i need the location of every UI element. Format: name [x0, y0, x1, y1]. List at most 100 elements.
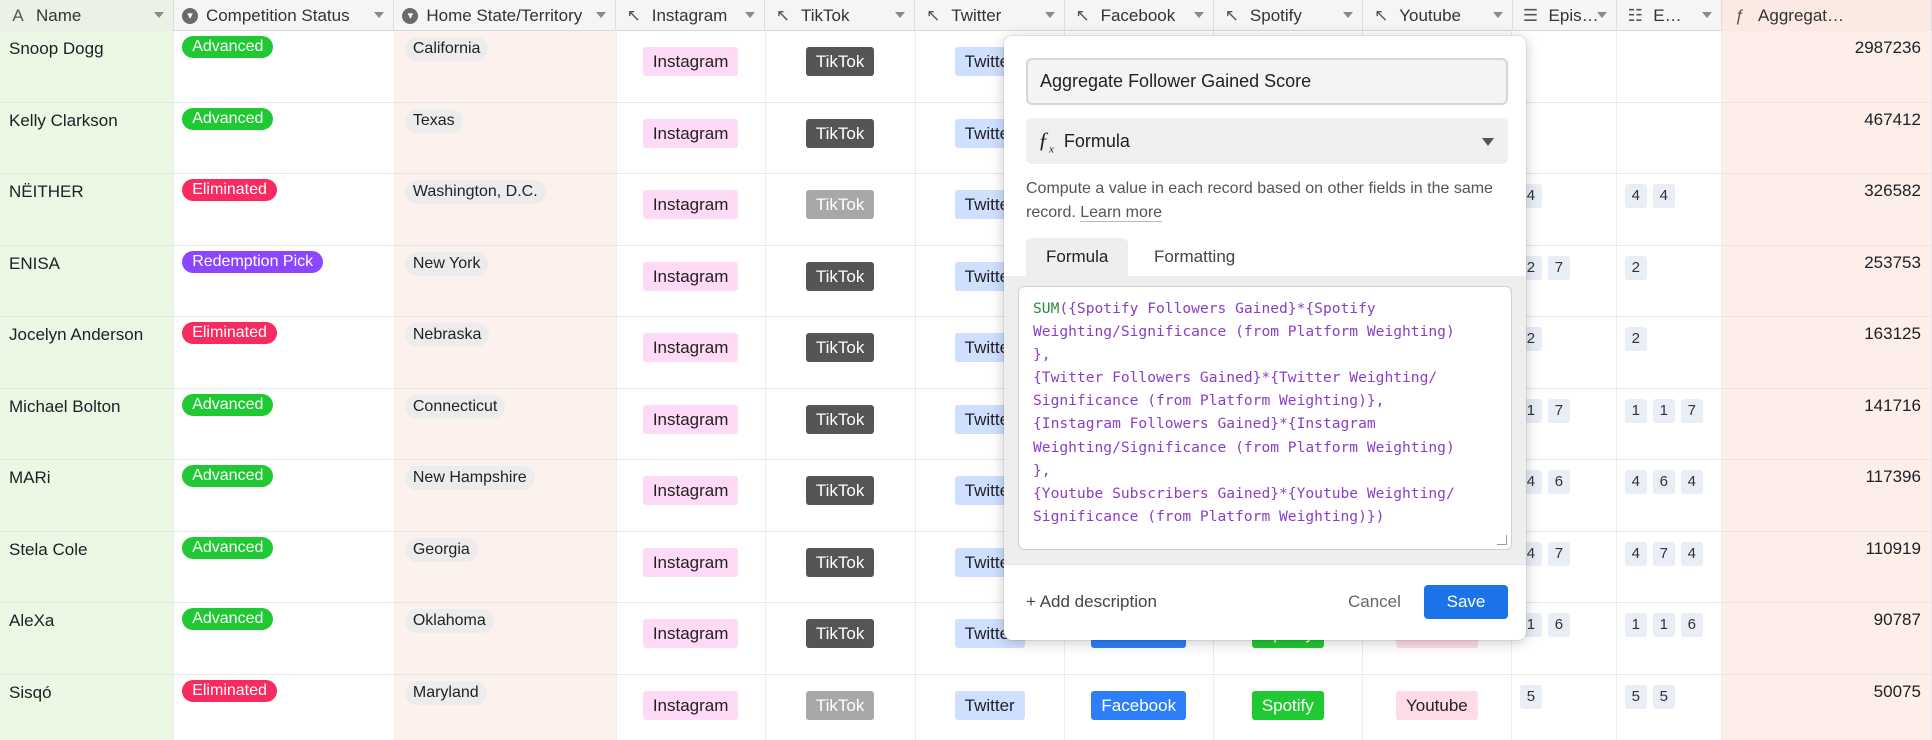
column-header[interactable]: ↖ TikTok [765, 0, 916, 31]
status-cell[interactable]: Advanced [174, 388, 395, 459]
chevron-down-icon[interactable] [1044, 12, 1055, 18]
aggregate-cell[interactable]: 50075 [1721, 674, 1932, 740]
aggregate-cell[interactable]: 163125 [1721, 317, 1932, 388]
status-cell[interactable]: Eliminated [174, 674, 395, 740]
name-cell[interactable]: Sisqó [0, 674, 175, 740]
episodes-cell[interactable]: 5 [1512, 674, 1617, 740]
episodes-cell[interactable]: 2 [1512, 317, 1617, 388]
chevron-down-icon[interactable] [1343, 12, 1354, 18]
episodes-cell[interactable]: 46 [1512, 460, 1617, 531]
chevron-down-icon[interactable] [895, 12, 906, 18]
episodes-cell[interactable]: 47 [1512, 531, 1617, 602]
aggregate-cell[interactable]: 90787 [1721, 603, 1932, 674]
state-cell[interactable]: New Hampshire [394, 460, 617, 531]
aggregate-cell[interactable]: 141716 [1721, 388, 1932, 459]
facebook-button[interactable]: Facebook [1091, 690, 1187, 720]
episodes-cell[interactable]: 16 [1512, 603, 1617, 674]
episodes-cell[interactable] [1512, 102, 1617, 173]
status-cell[interactable]: Advanced [174, 531, 395, 602]
name-cell[interactable]: MARi [0, 460, 175, 531]
status-cell[interactable]: Advanced [174, 603, 395, 674]
name-cell[interactable]: Snoop Dogg [0, 31, 175, 102]
instagram-button[interactable]: Instagram [642, 547, 739, 577]
state-cell[interactable]: Oklahoma [394, 603, 617, 674]
episode-rollup-cell[interactable]: 44 [1617, 174, 1722, 245]
status-cell[interactable]: Advanced [174, 31, 395, 102]
state-cell[interactable]: California [394, 31, 617, 102]
aggregate-cell[interactable]: 467412 [1721, 102, 1932, 173]
aggregate-cell[interactable]: 2987236 [1721, 31, 1932, 102]
cancel-button[interactable]: Cancel [1348, 592, 1401, 612]
aggregate-cell[interactable]: 326582 [1721, 174, 1932, 245]
tab-formatting[interactable]: Formatting [1134, 238, 1255, 276]
tiktok-button[interactable]: TikTok [805, 118, 875, 148]
instagram-button[interactable]: Instagram [642, 690, 739, 720]
tiktok-button[interactable]: TikTok [805, 190, 875, 219]
status-cell[interactable]: Redemption Pick [174, 245, 395, 316]
name-cell[interactable]: NËITHER [0, 174, 175, 245]
name-cell[interactable]: Jocelyn Anderson [0, 317, 175, 388]
episode-rollup-cell[interactable]: 55 [1617, 674, 1722, 740]
column-header[interactable]: ☷ E… [1617, 0, 1723, 31]
chevron-down-icon[interactable] [1193, 12, 1204, 18]
state-cell[interactable]: Georgia [394, 531, 617, 602]
chevron-down-icon[interactable] [1492, 12, 1503, 18]
chevron-down-icon[interactable] [745, 12, 756, 18]
tiktok-button[interactable]: TikTok [805, 333, 875, 362]
name-cell[interactable]: Kelly Clarkson [0, 102, 175, 173]
episode-rollup-cell[interactable] [1617, 31, 1722, 102]
instagram-button[interactable]: Instagram [642, 476, 739, 505]
youtube-button[interactable]: Youtube [1395, 690, 1478, 720]
tiktok-button[interactable]: TikTok [805, 690, 875, 720]
state-cell[interactable]: Nebraska [394, 317, 617, 388]
episodes-cell[interactable]: 17 [1512, 388, 1617, 459]
episode-rollup-cell[interactable]: 117 [1617, 388, 1722, 459]
field-name-input[interactable] [1026, 58, 1508, 105]
state-cell[interactable]: Maryland [394, 674, 617, 740]
aggregate-cell[interactable]: 110919 [1721, 531, 1932, 602]
instagram-button[interactable]: Instagram [642, 404, 739, 434]
status-cell[interactable]: Advanced [174, 460, 395, 531]
chevron-down-icon[interactable] [1702, 12, 1713, 18]
chevron-down-icon[interactable] [374, 12, 385, 18]
episode-rollup-cell[interactable]: 464 [1617, 460, 1722, 531]
episode-rollup-cell[interactable] [1617, 102, 1722, 173]
column-header[interactable]: ↖ Spotify [1214, 0, 1364, 31]
column-header[interactable]: A Name [0, 0, 174, 31]
episodes-cell[interactable]: 4 [1512, 174, 1617, 245]
state-cell[interactable]: Connecticut [394, 388, 617, 459]
tiktok-button[interactable]: TikTok [805, 261, 875, 291]
save-button[interactable]: Save [1424, 585, 1508, 619]
tiktok-button[interactable]: TikTok [805, 619, 875, 648]
chevron-down-icon[interactable] [1597, 12, 1608, 18]
instagram-button[interactable]: Instagram [642, 619, 739, 648]
episodes-cell[interactable] [1512, 31, 1617, 102]
episodes-cell[interactable]: 27 [1512, 245, 1617, 316]
instagram-button[interactable]: Instagram [642, 333, 739, 362]
instagram-button[interactable]: Instagram [642, 118, 739, 148]
status-cell[interactable]: Eliminated [174, 317, 395, 388]
learn-more-link[interactable]: Learn more [1080, 204, 1163, 222]
tab-formula[interactable]: Formula [1026, 238, 1129, 276]
name-cell[interactable]: AleXa [0, 603, 175, 674]
aggregate-cell[interactable]: 117396 [1721, 460, 1932, 531]
name-cell[interactable]: ENISA [0, 245, 175, 316]
state-cell[interactable]: Washington, D.C. [394, 174, 617, 245]
column-header[interactable]: ↖ Facebook [1065, 0, 1214, 31]
tiktok-button[interactable]: TikTok [805, 404, 875, 434]
twitter-button[interactable]: Twitter [954, 690, 1025, 720]
tiktok-button[interactable]: TikTok [805, 47, 875, 76]
name-cell[interactable]: Michael Bolton [0, 388, 175, 459]
status-cell[interactable]: Eliminated [174, 174, 395, 245]
episode-rollup-cell[interactable]: 116 [1617, 603, 1722, 674]
episode-rollup-cell[interactable]: 2 [1617, 317, 1722, 388]
column-header[interactable]: ↖ Twitter [915, 0, 1065, 31]
tiktok-button[interactable]: TikTok [805, 476, 875, 505]
chevron-down-icon[interactable] [595, 12, 606, 18]
column-header[interactable]: ↖ Youtube [1363, 0, 1513, 31]
chevron-down-icon[interactable] [153, 12, 164, 18]
status-cell[interactable]: Advanced [174, 102, 395, 173]
column-header[interactable]: ▾ Home State/Territory [394, 0, 616, 31]
instagram-button[interactable]: Instagram [642, 47, 739, 76]
spotify-button[interactable]: Spotify [1251, 690, 1324, 720]
